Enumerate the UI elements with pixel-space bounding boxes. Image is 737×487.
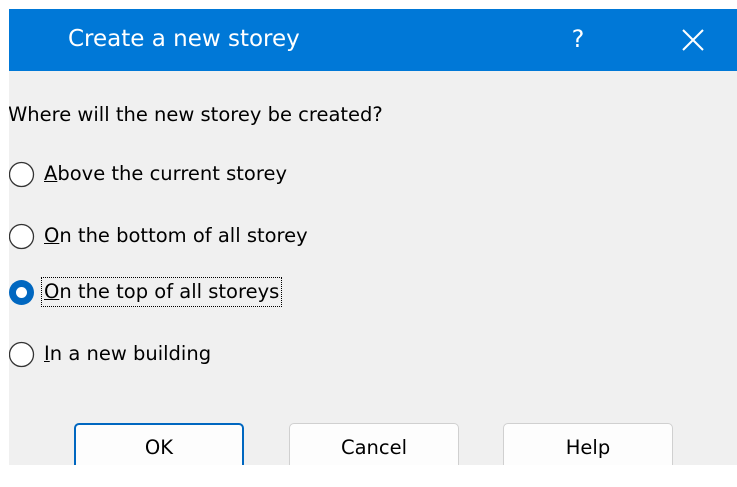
radio-button-unchecked[interactable] — [9, 341, 35, 368]
dialog-title: Create a new storey — [68, 26, 300, 52]
title-bar[interactable]: Create a new storey ? — [9, 9, 737, 71]
radio-option-new-building[interactable]: In a new building — [9, 337, 213, 371]
radio-button-unchecked[interactable] — [9, 223, 35, 250]
ok-button[interactable]: OK — [74, 423, 244, 465]
radio-option-bottom-of-all[interactable]: On the bottom of all storey — [9, 219, 310, 253]
help-icon[interactable]: ? — [558, 19, 598, 59]
cancel-button[interactable]: Cancel — [289, 423, 459, 465]
option-label-bottom-of-all: On the bottom of all storey — [44, 224, 308, 247]
radio-button-checked[interactable] — [9, 279, 35, 306]
radio-button-unchecked[interactable] — [9, 161, 35, 188]
option-label-new-building: In a new building — [44, 342, 212, 365]
help-button[interactable]: Help — [503, 423, 673, 465]
create-storey-dialog: Create a new storey ? Where will the new… — [9, 9, 737, 465]
radio-option-above-current[interactable]: Above the current storey — [9, 157, 289, 191]
close-icon[interactable] — [673, 20, 713, 60]
option-label-top-of-all: On the top of all storeys — [40, 277, 283, 307]
screen: Create a new storey ? Where will the new… — [0, 0, 737, 487]
radio-option-top-of-all[interactable]: On the top of all storeys — [9, 275, 283, 309]
prompt-text: Where will the new storey be created? — [9, 103, 383, 126]
option-label-above-current: Above the current storey — [44, 162, 287, 185]
